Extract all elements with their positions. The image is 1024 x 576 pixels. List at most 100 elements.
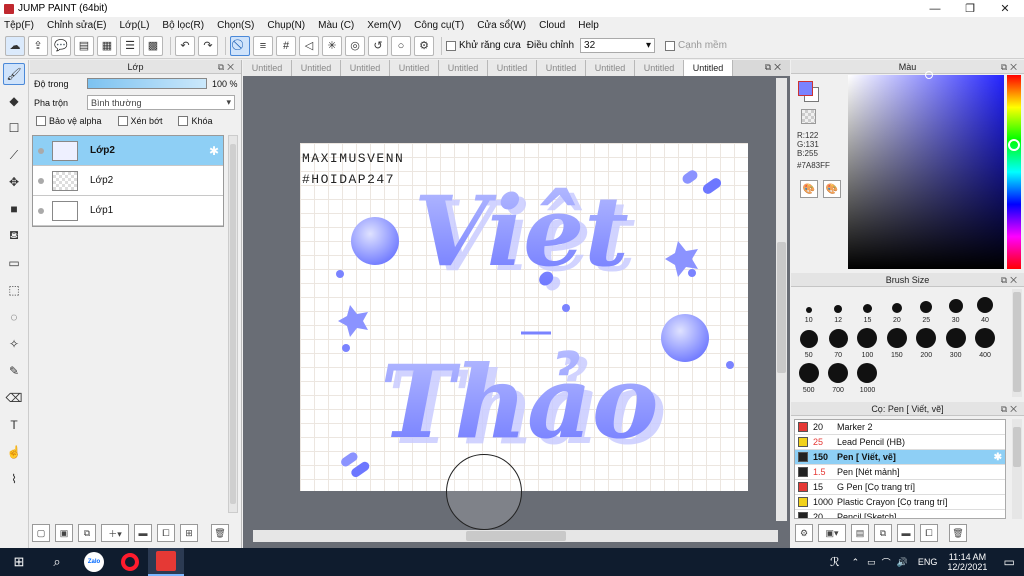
people-icon[interactable]: ℛ <box>830 555 840 569</box>
scrollbar-thumb[interactable] <box>1013 292 1021 392</box>
layer-item[interactable]: Lớp2 <box>33 166 223 196</box>
clip-checkbox[interactable] <box>117 116 128 126</box>
brush-scrollbar[interactable] <box>1012 289 1022 397</box>
smooth-edge-option[interactable]: Cạnh mềm <box>665 40 727 51</box>
opera-app[interactable] <box>112 548 148 576</box>
brush-size-option[interactable]: 25 <box>912 289 941 324</box>
menu-window[interactable]: Cửa sổ(W) <box>477 20 526 31</box>
select-pen-tool-icon[interactable]: ✎ <box>3 360 25 382</box>
brush-preset-item[interactable]: 20 Marker 2 <box>795 420 1005 435</box>
duplicate-icon[interactable]: ⧠ <box>157 524 175 542</box>
undock-icon[interactable]: ⧉ <box>218 62 227 72</box>
tab-untitled[interactable]: Untitled <box>292 60 341 76</box>
scrollbar-thumb[interactable] <box>466 531 566 541</box>
menu-filter[interactable]: Bộ lọc(R) <box>162 20 204 31</box>
canvas-vertical-scrollbar[interactable] <box>776 78 787 521</box>
menu-help[interactable]: Help <box>578 20 599 31</box>
brush-size-option[interactable]: 15 <box>853 289 882 324</box>
menu-file[interactable]: Tệp(F) <box>4 20 34 31</box>
lock-option[interactable]: Khóa <box>178 116 213 126</box>
undock-icon[interactable]: ⧉ <box>1001 62 1010 72</box>
bucket-tool-icon[interactable]: ⛾ <box>3 225 25 247</box>
panel-close-icon[interactable]: ✕ <box>1010 62 1020 72</box>
eyedropper-tool-icon[interactable]: ⌇ <box>3 468 25 490</box>
panel-close-icon[interactable]: ✕ <box>1010 404 1020 414</box>
menu-select[interactable]: Chọn(S) <box>217 20 254 31</box>
language-indicator[interactable]: ENG <box>918 557 938 567</box>
brush-size-option[interactable]: 400 <box>970 324 999 359</box>
menu-view[interactable]: Xem(V) <box>367 20 401 31</box>
scrollbar-thumb[interactable] <box>777 242 786 373</box>
brush-size-option[interactable]: 500 <box>794 359 823 394</box>
undock-icon[interactable]: ⧉ <box>1001 275 1010 285</box>
move-tool-icon[interactable]: ✥ <box>3 171 25 193</box>
brush-preset-item[interactable]: 15 G Pen [Cọ trang trí] <box>795 480 1005 495</box>
saturation-value-picker[interactable] <box>848 75 1004 269</box>
scrollbar-thumb[interactable] <box>1013 427 1021 467</box>
fill-rect-tool-icon[interactable]: ■ <box>3 198 25 220</box>
brush-size-option[interactable]: 150 <box>882 324 911 359</box>
magic-wand-tool-icon[interactable]: ✧ <box>3 333 25 355</box>
curve-icon[interactable]: ↺ <box>368 35 388 56</box>
concentric-icon[interactable]: ◎ <box>345 35 365 56</box>
menu-edit[interactable]: Chỉnh sửa(E) <box>47 20 107 31</box>
antialias-checkbox[interactable] <box>446 40 456 51</box>
canvas-horizontal-scrollbar[interactable] <box>253 530 778 542</box>
brush-size-option[interactable]: 20 <box>882 289 911 324</box>
grid-snap-icon[interactable]: # <box>276 35 296 56</box>
copy-icon[interactable]: ⧉ <box>874 524 892 542</box>
brush-size-option[interactable]: 10 <box>794 289 823 324</box>
tab-untitled[interactable]: Untitled <box>243 60 292 76</box>
brush-size-option[interactable]: 70 <box>823 324 852 359</box>
hand-tool-icon[interactable]: ☝ <box>3 441 25 463</box>
network-icon[interactable]: ▭ <box>867 557 876 568</box>
cloud-save-icon[interactable]: ☁ <box>5 35 25 56</box>
shape-tool-icon[interactable]: ☐ <box>3 117 25 139</box>
adjust-input[interactable]: 32 ▾ <box>580 38 656 53</box>
tab-untitled[interactable]: Untitled <box>341 60 390 76</box>
opacity-slider[interactable] <box>87 78 207 89</box>
maximize-button[interactable]: ❐ <box>955 0 985 17</box>
add-brush-menu-icon[interactable]: ▣▾ <box>818 524 846 542</box>
undock-icon[interactable]: ⧉ <box>1001 404 1010 414</box>
copy-layer-icon[interactable]: ⧉ <box>78 524 96 542</box>
hue-slider-handle[interactable] <box>1008 139 1020 151</box>
list-icon[interactable]: ☰ <box>120 35 140 56</box>
tab-untitled[interactable]: Untitled <box>390 60 439 76</box>
wifi-icon[interactable]: ⌒ <box>882 556 891 569</box>
brush-size-option[interactable]: 700 <box>823 359 852 394</box>
brush-size-option[interactable]: 50 <box>794 324 823 359</box>
brush-preset-item[interactable]: 1.5 Pen [Nét mảnh] <box>795 465 1005 480</box>
menu-layer[interactable]: Lớp(L) <box>120 20 150 31</box>
eraser-tool-icon[interactable]: ◆ <box>3 90 25 112</box>
menu-cloud[interactable]: Cloud <box>539 20 565 31</box>
parallel-lines-icon[interactable]: ≡ <box>253 35 273 56</box>
brush-preset-item[interactable]: 1000 Plastic Crayon [Cọ trang trí] <box>795 495 1005 510</box>
visibility-icon[interactable] <box>38 147 44 154</box>
layer-item[interactable]: Lớp2 ✱ <box>33 136 223 166</box>
visibility-icon[interactable] <box>38 207 44 214</box>
select-eraser-tool-icon[interactable]: ⌫ <box>3 387 25 409</box>
brush-size-option[interactable]: 12 <box>823 289 852 324</box>
trash-icon[interactable]: 🗑 <box>949 524 967 542</box>
tool-scrollbar[interactable] <box>1012 419 1022 519</box>
clip-option[interactable]: Xén bớt <box>117 116 162 126</box>
tab-untitled[interactable]: Untitled <box>439 60 488 76</box>
redo-icon[interactable]: ↷ <box>198 35 218 56</box>
hue-slider[interactable] <box>1007 75 1021 269</box>
color-picker-handle[interactable] <box>925 71 933 79</box>
antialias-option[interactable]: Khử răng cưa <box>446 40 521 51</box>
comment-icon[interactable]: 💬 <box>51 35 71 56</box>
no-snap-icon[interactable]: ⃠ <box>230 35 250 56</box>
brush-size-option[interactable]: 300 <box>941 324 970 359</box>
search-icon[interactable]: ⌕ <box>46 551 68 573</box>
rect-select-tool-icon[interactable]: ⬚ <box>3 279 25 301</box>
brush-preset-item[interactable]: 25 Lead Pencil (HB) <box>795 435 1005 450</box>
gear-icon[interactable]: ✱ <box>994 452 1002 463</box>
layer-item[interactable]: Lớp1 <box>33 196 223 226</box>
gear-icon[interactable]: ✱ <box>209 144 219 158</box>
lasso-tool-icon[interactable]: ◌ <box>3 306 25 328</box>
circle-snap-icon[interactable]: ○ <box>391 35 411 56</box>
new-layer-folder-icon[interactable]: ▣ <box>55 524 73 542</box>
foreground-color-swatch[interactable] <box>798 81 813 96</box>
